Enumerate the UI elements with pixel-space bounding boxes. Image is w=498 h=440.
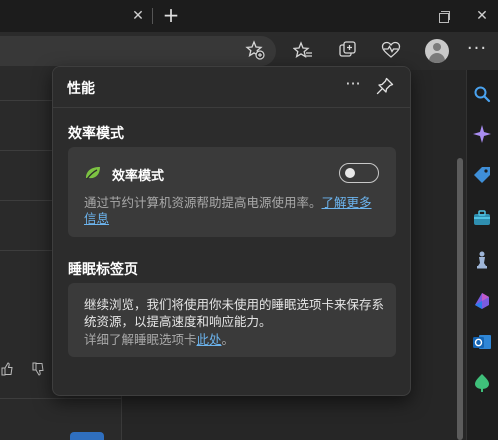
popup-divider (53, 107, 410, 108)
pin-icon[interactable] (375, 76, 395, 96)
sleeping-tabs-here-link[interactable]: 此处 (197, 332, 222, 347)
settings-more-button[interactable]: ··· (466, 40, 488, 62)
efficiency-mode-card: 效率模式 通过节约计算机资源帮助提高电源使用率。了解更多信息 (68, 147, 396, 237)
games-chess-icon[interactable] (471, 249, 493, 271)
address-bar[interactable] (0, 36, 276, 66)
panel-divider (0, 398, 122, 399)
new-tab-button[interactable]: + (160, 5, 182, 27)
sleeping-tabs-card: 继续浏览，我们将使用你未使用的睡眠选项卡来保存系统资源，以提高速度和响应能力。 … (68, 283, 396, 357)
leaf-icon (84, 165, 102, 181)
thumb-up-icon[interactable] (0, 362, 14, 376)
profile-avatar[interactable] (425, 39, 449, 63)
performance-popup: 性能 ··· 效率模式 效率模式 通过节约计算机资源帮助提高电源使用率。了解更多… (52, 66, 411, 396)
tab-separator (152, 8, 153, 24)
collections-icon[interactable] (337, 40, 359, 62)
sleeping-tabs-description: 继续浏览，我们将使用你未使用的睡眠选项卡来保存系统资源，以提高速度和响应能力。 (84, 297, 385, 329)
sleeping-tabs-more-suffix: 。 (221, 332, 235, 347)
page-button[interactable] (70, 432, 104, 440)
sleeping-tabs-more-prefix: 详细了解睡眠选项卡 (84, 332, 197, 347)
copilot-sparkle-icon[interactable] (471, 123, 493, 145)
sleeping-tabs-more: 详细了解睡眠选项卡此处。 (84, 331, 234, 348)
efficiency-mode-label: 效率模式 (112, 169, 165, 184)
tab-close-button[interactable]: ✕ (128, 6, 148, 26)
sleeping-tabs-section-title: 睡眠标签页 (68, 262, 138, 278)
efficiency-mode-toggle[interactable] (339, 163, 379, 183)
efficiency-mode-description: 通过节约计算机资源帮助提高电源使用率。了解更多信息 (84, 195, 384, 227)
favorites-icon[interactable] (292, 40, 314, 62)
add-favorite-icon[interactable] (244, 40, 266, 62)
toolbar: ··· (0, 32, 498, 70)
outlook-icon[interactable] (471, 331, 493, 353)
tools-briefcase-icon[interactable] (471, 207, 493, 229)
restore-window-button[interactable] (434, 6, 454, 26)
thumb-down-icon[interactable] (31, 362, 45, 376)
popup-more-button[interactable]: ··· (343, 76, 363, 96)
close-window-button[interactable]: ✕ (472, 6, 492, 26)
microsoft-365-icon[interactable] (471, 290, 493, 312)
efficiency-section-title: 效率模式 (68, 126, 124, 142)
search-icon[interactable] (471, 83, 493, 105)
efficiency-description-text: 通过节约计算机资源帮助提高电源使用率。 (84, 195, 322, 210)
toggle-knob (345, 168, 355, 178)
performance-heart-icon[interactable] (380, 40, 402, 62)
shopping-tag-icon[interactable] (471, 165, 493, 187)
scrollbar-thumb[interactable] (457, 158, 463, 440)
popup-header: 性能 ··· (53, 67, 410, 107)
tab-strip: ✕ + ✕ (0, 0, 498, 32)
drop-tree-icon[interactable] (471, 372, 493, 394)
popup-title: 性能 (67, 81, 95, 97)
